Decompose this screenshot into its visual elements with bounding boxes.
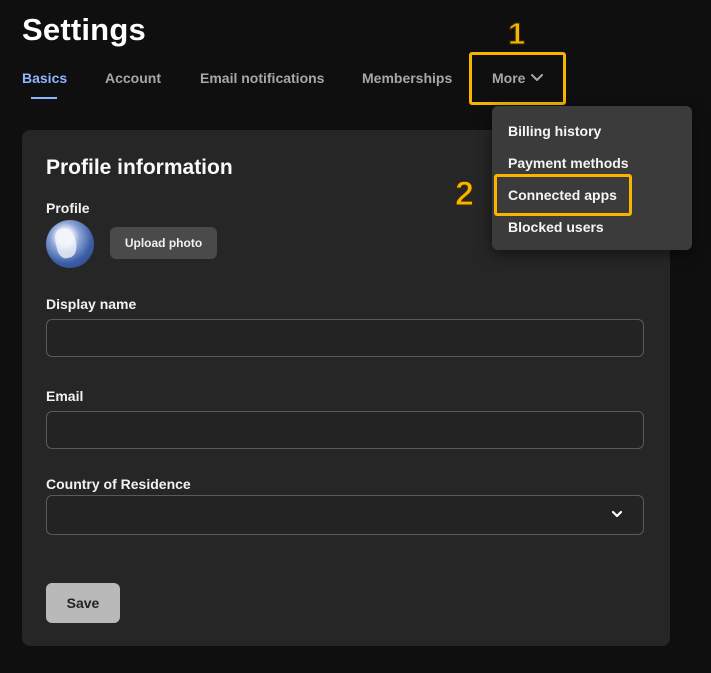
email-label: Email: [46, 388, 84, 404]
active-tab-underline: [31, 97, 57, 99]
country-label: Country of Residence: [46, 476, 191, 492]
save-button[interactable]: Save: [46, 583, 120, 623]
display-name-label: Display name: [46, 296, 137, 312]
tab-account[interactable]: Account: [105, 70, 161, 86]
menu-item-billing-history[interactable]: Billing history: [508, 123, 601, 139]
upload-photo-button[interactable]: Upload photo: [110, 227, 217, 259]
more-tab-highlight: [469, 52, 566, 105]
country-select[interactable]: [46, 495, 644, 535]
tab-basics[interactable]: Basics: [22, 70, 67, 86]
chevron-down-icon: [611, 510, 623, 518]
email-input[interactable]: [46, 411, 644, 449]
profile-label: Profile: [46, 200, 90, 216]
avatar: [46, 220, 94, 268]
connected-apps-highlight: [494, 174, 632, 216]
menu-item-blocked-users[interactable]: Blocked users: [508, 219, 604, 235]
profile-card-title: Profile information: [46, 156, 233, 179]
page-title: Settings: [22, 12, 146, 47]
menu-item-payment-methods[interactable]: Payment methods: [508, 155, 629, 171]
step-1-label: 1: [507, 16, 526, 52]
tab-memberships[interactable]: Memberships: [362, 70, 452, 86]
tab-email-notifications[interactable]: Email notifications: [200, 70, 324, 86]
step-2-label: 2: [455, 175, 475, 214]
display-name-input[interactable]: [46, 319, 644, 357]
